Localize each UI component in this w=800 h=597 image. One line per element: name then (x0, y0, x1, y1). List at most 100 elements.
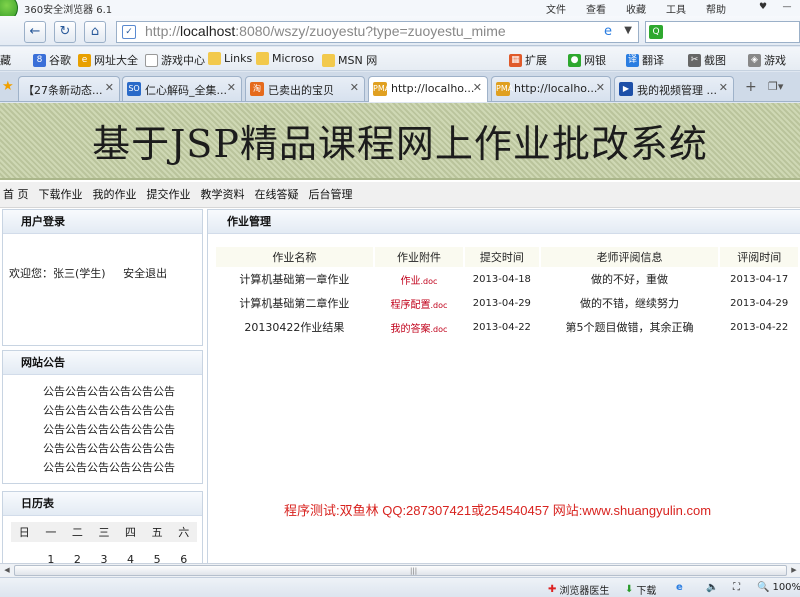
folder-icon (208, 52, 221, 65)
calendar-day[interactable]: 4 (117, 548, 144, 564)
star-icon[interactable]: ★ (2, 79, 14, 94)
toolbar-bank[interactable]: ● 网银 (568, 52, 606, 68)
ie-compat-icon[interactable]: e (676, 582, 683, 593)
download-button[interactable]: ⬇ 下载 (625, 582, 656, 597)
bookmark-msn[interactable]: MSN 网 (322, 52, 377, 68)
site-nav: 首 页 下载作业 我的作业 提交作业 教学资料 在线答疑 后台管理 (0, 182, 800, 208)
fullscreen-icon[interactable]: ⛶ (733, 582, 740, 593)
table-row: 计算机基础第一章作业 作业.doc 2013-04-18 做的不好，重做 201… (216, 267, 798, 291)
page-icon (145, 53, 158, 67)
bookmark-microsoft[interactable]: Microso (256, 52, 314, 65)
calendar-day[interactable]: 6 (170, 548, 197, 564)
calendar-day[interactable]: 3 (91, 548, 118, 564)
address-bar[interactable]: ✓ http://localhost:8080/wszy/zuoyestu?ty… (116, 21, 639, 43)
scroll-left-icon[interactable]: ◀ (1, 565, 13, 576)
nav-download-homework[interactable]: 下载作业 (39, 182, 93, 207)
status-bar: ✚ 浏览器医生 ⬇ 下载 e 🔈 ⛶ 🔍 100% (0, 577, 800, 597)
calendar-day[interactable]: 1 (38, 548, 65, 564)
scroll-right-icon[interactable]: ▶ (788, 565, 800, 576)
chevron-down-icon[interactable]: ▼ (624, 25, 632, 36)
tab-news[interactable]: 【27条新动态... ✕ (18, 76, 120, 101)
minimize-icon[interactable]: — (776, 0, 798, 14)
zoom-control[interactable]: 🔍 100% (757, 582, 800, 593)
calendar-panel-title: 日历表 (3, 492, 202, 516)
browser-doctor[interactable]: ✚ 浏览器医生 (548, 582, 609, 597)
tab-renxin[interactable]: SO 仁心解码_全集... ✕ (122, 76, 242, 101)
toolbar-extensions[interactable]: ▦ 扩展 (509, 52, 547, 68)
credit-text: 程序测试:双鱼林 QQ:287307421或254540457 网站:www.s… (284, 503, 712, 518)
hao-icon: e (78, 53, 91, 67)
notice-line: 公告公告公告公告公告公告 (43, 461, 175, 474)
nav-admin[interactable]: 后台管理 (309, 182, 363, 207)
attachment-link[interactable]: 程序配置.doc (375, 291, 463, 315)
search-box[interactable]: Q (645, 21, 800, 43)
menu-tools[interactable]: 工具 (666, 1, 686, 16)
tab-sold[interactable]: 淘已卖出的宝贝 ✕ (245, 76, 365, 101)
homework-name: 计算机基础第二章作业 (239, 297, 350, 310)
notice-line: 公告公告公告公告公告公告 (43, 385, 175, 398)
menu-file[interactable]: 文件 (546, 1, 566, 16)
nav-online-qa[interactable]: 在线答疑 (255, 182, 309, 207)
bookmark-google[interactable]: 8 谷歌 (33, 52, 71, 68)
tab-strip: ★ 【27条新动态... ✕ SO 仁心解码_全集... ✕ 淘已卖出的宝贝 ✕ PMA… (0, 72, 800, 102)
teacher-comment: 做的不错，继续努力 (580, 297, 680, 310)
home-icon[interactable]: ⌂ (84, 21, 106, 43)
menu-view[interactable]: 查看 (586, 1, 606, 16)
column-header: 评阅时间 (720, 247, 798, 267)
homework-table: 作业名称 作业附件 提交时间 老师评阅信息 评阅时间 计算机基础第一章作业 作业… (214, 247, 800, 339)
bookmark-game-center[interactable]: 游戏中心 (145, 52, 205, 68)
bookmark-favorites[interactable]: 藏 (0, 52, 11, 68)
window-title: 360安全浏览器 6.1 (24, 5, 113, 16)
close-icon[interactable]: ✕ (227, 81, 236, 94)
sohu-icon: SO (127, 82, 141, 96)
attachment-link[interactable]: 我的答案.doc (375, 315, 463, 339)
menu-favorites[interactable]: 收藏 (626, 1, 646, 16)
horizontal-scrollbar[interactable]: ◀ ||| ▶ (0, 563, 800, 577)
toolbar-translate[interactable]: 译翻译 (626, 52, 664, 68)
video-icon: ▶ (619, 82, 633, 96)
calendar-day[interactable] (11, 548, 38, 563)
tab-localhost-2[interactable]: PMA http://localho... ✕ (491, 76, 611, 101)
refresh-icon[interactable]: ↻ (54, 21, 76, 43)
pma-icon: PMA (496, 82, 513, 96)
close-icon[interactable]: ✕ (719, 81, 728, 94)
nav-submit-homework[interactable]: 提交作业 (147, 182, 201, 207)
close-icon[interactable]: ✕ (105, 81, 114, 94)
menu-help[interactable]: 帮助 (706, 1, 726, 16)
skin-icon[interactable]: ♥ (752, 0, 774, 14)
nav-my-homework[interactable]: 我的作业 (93, 182, 147, 207)
toolbar-games[interactable]: ◈ 游戏 (748, 52, 786, 68)
search-engine-icon[interactable]: Q (649, 25, 663, 39)
site-banner: 基于JSP精品课程网上作业批改系统 (0, 103, 800, 180)
logout-link[interactable]: 安全退出 (123, 267, 167, 280)
bookmark-links[interactable]: Links (208, 52, 252, 65)
review-time: 2013-04-17 (730, 273, 789, 285)
notice-line: 公告公告公告公告公告公告 (43, 442, 175, 455)
calendar-day[interactable]: 5 (144, 548, 171, 564)
calendar-day[interactable]: 2 (64, 548, 91, 564)
web-page: 基于JSP精品课程网上作业批改系统 首 页 下载作业 我的作业 提交作业 教学资… (0, 103, 800, 563)
close-icon[interactable]: ✕ (596, 81, 605, 94)
nav-home[interactable]: 首 页 (3, 182, 39, 207)
bookmark-hao[interactable]: e 网址大全 (78, 52, 138, 68)
new-tab-icon[interactable]: + (745, 79, 757, 95)
speaker-icon[interactable]: 🔈 (706, 582, 718, 593)
tab-video[interactable]: ▶ 我的视频管理 ... ✕ (614, 76, 734, 101)
scrollbar-thumb[interactable]: ||| (14, 565, 787, 576)
browser-navbar: ← ↻ ⌂ ✓ http://localhost:8080/wszy/zuoye… (0, 16, 800, 46)
weekday: 四 (117, 522, 144, 542)
ie-mode-icon[interactable]: e (604, 24, 612, 39)
toolbar-screenshot[interactable]: ✂ 截图 (688, 52, 726, 68)
submit-time: 2013-04-18 (472, 273, 531, 285)
close-icon[interactable]: ✕ (350, 81, 359, 94)
notice-line: 公告公告公告公告公告公告 (43, 404, 175, 417)
address-url[interactable]: http://localhost:8080/wszy/zuoyestu?type… (145, 23, 506, 39)
close-icon[interactable]: ✕ (473, 81, 482, 94)
back-arrow-icon[interactable]: ← (24, 21, 46, 43)
tab-localhost-active[interactable]: PMA http://localho... ✕ (368, 76, 488, 102)
calendar-table: 日 一 二 三 四 五 六 1 2 3 4 5 6 (11, 522, 197, 563)
grip-icon: ||| (410, 567, 418, 575)
attachment-link[interactable]: 作业.doc (375, 267, 463, 291)
tab-list-icon[interactable]: ❐▾ (768, 80, 783, 93)
nav-teaching-materials[interactable]: 教学资料 (201, 182, 255, 207)
